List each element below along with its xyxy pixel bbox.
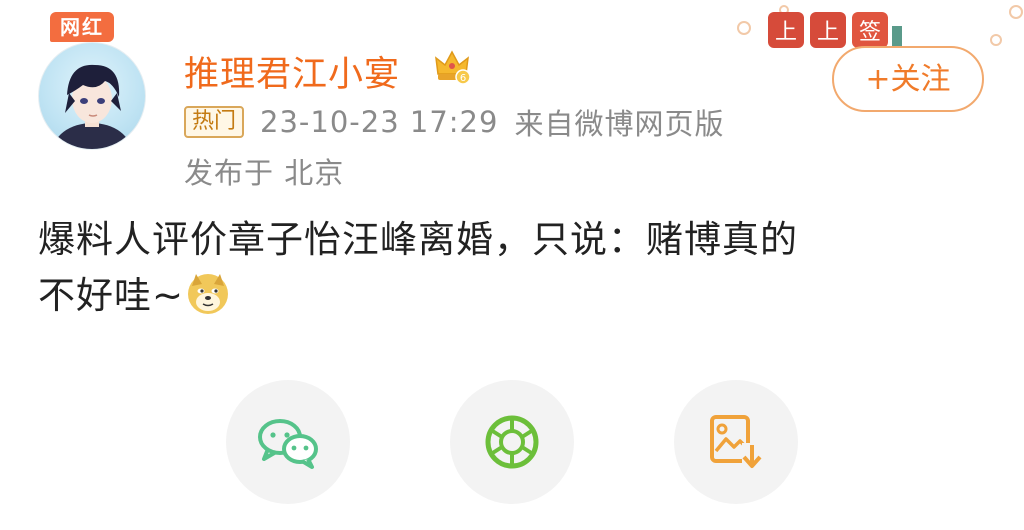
avatar[interactable]	[38, 42, 146, 150]
wechat-icon	[258, 419, 318, 469]
post-content: 爆料人评价章子怡汪峰离婚，只说：赌博真的 不好哇~	[38, 212, 998, 324]
wanghong-badge: 网红	[50, 12, 114, 42]
post-text-line-2: 不好哇~	[38, 274, 185, 317]
doge-emoji-icon	[188, 274, 229, 314]
save-image-button[interactable]	[674, 380, 798, 504]
post-text-line-1: 爆料人评价章子怡汪峰离婚，只说：赌博真的	[38, 218, 798, 261]
post-source: 来自微博网页版	[514, 107, 725, 141]
post-text-line-2-wrap: 不好哇~	[38, 268, 998, 324]
deco-label-3: 签	[859, 20, 881, 45]
post-timestamp: 23-10-23 17:29	[260, 105, 499, 139]
follow-button[interactable]: +关注	[832, 46, 984, 112]
meta-row: 热门 23-10-23 17:29 来自微博网页版	[184, 102, 724, 142]
deco-label-1: 上	[775, 20, 797, 45]
svg-text:6: 6	[460, 73, 466, 84]
avatar-illustration	[52, 64, 132, 149]
post-location: 发布于 北京	[184, 156, 345, 190]
share-moments-button[interactable]	[450, 380, 574, 504]
avatar-container[interactable]: 网红	[38, 12, 148, 150]
crown-icon: 6	[435, 50, 471, 85]
moments-icon	[485, 415, 539, 469]
save-image-icon	[710, 415, 762, 469]
share-wechat-button[interactable]	[226, 380, 350, 504]
hot-badge[interactable]: 热门	[184, 106, 245, 138]
deco-label-2: 上	[817, 20, 839, 45]
username[interactable]: 推理君江小宴	[184, 46, 400, 97]
